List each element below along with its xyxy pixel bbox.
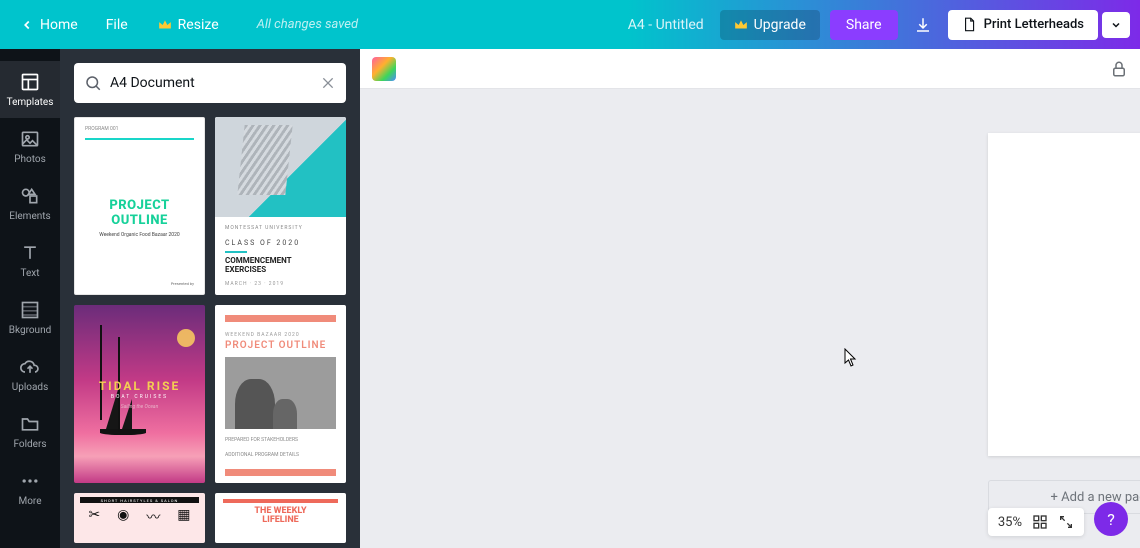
close-icon [320,75,336,91]
folders-icon [19,413,41,435]
template-image [225,357,336,429]
template-card[interactable]: MONTESSAT UNIVERSITY CLASS OF 2020 COMME… [215,117,346,295]
photos-icon [19,128,41,150]
save-status: All changes saved [257,17,358,32]
rail-text[interactable]: Text [0,232,60,289]
color-picker-button[interactable] [372,57,396,81]
boat-graphic [92,405,150,435]
rail-label: Templates [7,97,54,108]
home-button[interactable]: Home [10,11,88,39]
zoom-level[interactable]: 35% [998,515,1022,530]
templates-panel: PROGRAM 001 PROJECT OUTLINE Weekend Orga… [60,49,360,548]
canvas-area: + Add a new page 35% ? [360,49,1140,548]
print-label: Print Letterheads [984,17,1084,32]
resize-label: Resize [178,17,219,33]
template-subtitle: Weekend Organic Food Bazaar 2020 [85,232,194,238]
share-button[interactable]: Share [830,10,898,40]
template-image [215,117,346,217]
template-card[interactable]: TIDAL RISE BOAT CRUISES Sailing the Ocea… [74,305,205,483]
chevron-down-icon [1110,19,1122,31]
template-footer: ADDITIONAL PROGRAM DETAILS [225,452,336,459]
topbar-right: A4 - Untitled Upgrade Share Print Letter… [628,10,1140,40]
grid-view-button[interactable] [1032,514,1048,530]
download-icon [914,16,932,34]
template-grid: PROGRAM 001 PROJECT OUTLINE Weekend Orga… [74,117,346,543]
template-label: CLASS OF 2020 [225,239,336,247]
grid-icon [1032,514,1048,530]
print-button[interactable]: Print Letterheads [948,10,1098,40]
home-label: Home [40,17,78,33]
rail-label: Text [20,268,39,279]
text-icon [19,242,41,264]
template-date: MARCH · 23 · 2019 [225,281,336,287]
rail-label: Elements [9,211,50,222]
rail-label: Photos [14,154,46,165]
template-card[interactable]: PROGRAM 001 PROJECT OUTLINE Weekend Orga… [74,117,205,295]
document-title[interactable]: A4 - Untitled [628,17,704,33]
template-title: OUTLINE [85,214,194,228]
file-menu[interactable]: File [92,11,142,39]
rail-folders[interactable]: Folders [0,403,60,460]
search-input[interactable] [110,75,312,91]
search-icon [84,74,102,92]
canvas-page[interactable] [988,133,1140,456]
more-icon [19,470,41,492]
upgrade-label: Upgrade [754,17,806,33]
template-card[interactable]: WEEKEND BAZAAR 2020 PROJECT OUTLINE PREP… [215,305,346,483]
fullscreen-button[interactable] [1058,514,1074,530]
template-title: PROJECT OUTLINE [225,340,336,351]
lock-icon [1110,60,1128,78]
template-title: EXERCISES [225,266,336,275]
rail-templates[interactable]: Templates [0,61,60,118]
rail-label: Folders [13,439,46,450]
template-title: LIFELINE [223,516,338,525]
template-card[interactable]: THE WEEKLY LIFELINE [215,493,346,543]
side-rail: Templates Photos Elements Text Bkground … [0,49,60,548]
template-icons: ✂◉〰▦ [80,507,199,527]
clear-search-button[interactable] [320,75,336,91]
resize-button[interactable]: Resize [146,11,231,39]
template-title: PROJECT [85,199,194,213]
zoom-controls: 35% [988,508,1084,536]
template-footer: Presented by [85,281,194,286]
rail-more[interactable]: More [0,460,60,517]
template-strip: SHORT HAIRSTYLES & SALON [80,497,199,503]
rail-label: Uploads [12,382,48,393]
upgrade-button[interactable]: Upgrade [720,10,820,40]
rail-label: Bkground [9,325,52,336]
topbar-left: Home File Resize All changes saved [0,11,358,39]
help-button[interactable]: ? [1094,502,1128,536]
canvas-stage[interactable]: + Add a new page 35% ? [360,89,1140,548]
template-subtitle: BOAT CRUISES [111,394,168,400]
template-pretitle: PROGRAM 001 [85,126,194,132]
background-icon [19,299,41,321]
crown-icon [158,19,172,31]
document-icon [962,17,976,33]
download-button[interactable] [908,10,938,40]
template-pretitle: WEEKEND BAZAAR 2020 [225,332,336,338]
cursor-icon [844,348,858,368]
lock-button[interactable] [1110,60,1128,78]
rail-photos[interactable]: Photos [0,118,60,175]
rail-uploads[interactable]: Uploads [0,346,60,403]
top-bar: Home File Resize All changes saved A4 - … [0,0,1140,49]
print-dropdown[interactable] [1102,12,1130,38]
canvas-toolbar [360,49,1140,89]
template-label: MONTESSAT UNIVERSITY [225,225,336,231]
chevron-left-icon [20,18,34,32]
templates-icon [19,71,41,93]
fullscreen-icon [1058,514,1074,530]
rail-elements[interactable]: Elements [0,175,60,232]
crown-icon [734,19,748,31]
template-footer: PREPARED FOR STAKEHOLDERS [225,437,336,444]
template-tagline: Sailing the Ocean [121,404,159,410]
elements-icon [19,185,41,207]
uploads-icon [19,356,41,378]
search-bar [74,63,346,103]
template-card[interactable]: SHORT HAIRSTYLES & SALON ✂◉〰▦ [74,493,205,543]
template-title: TIDAL RISE [99,379,181,393]
rail-label: More [18,496,41,507]
rail-background[interactable]: Bkground [0,289,60,346]
